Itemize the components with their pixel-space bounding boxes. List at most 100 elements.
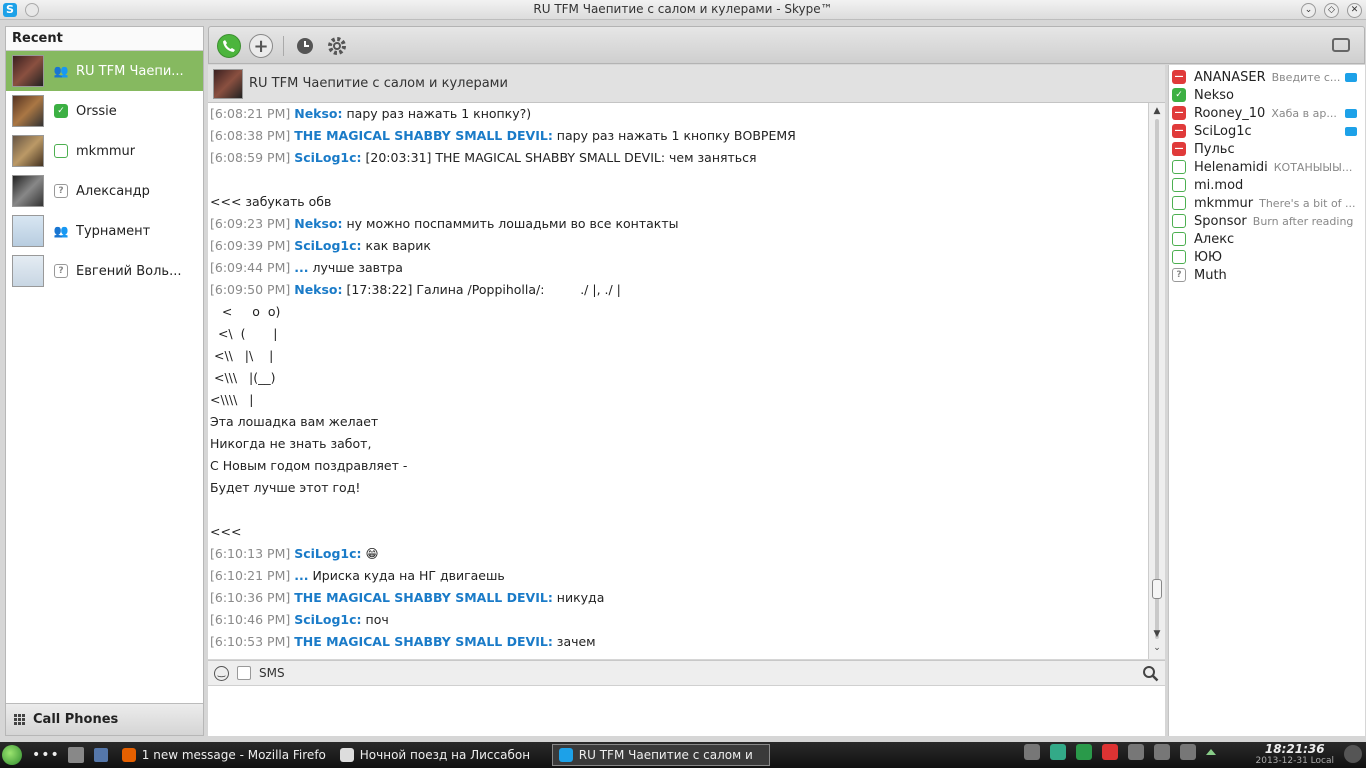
avatar [12,135,44,167]
message-author[interactable]: SciLog1c: [294,150,361,165]
offline-status-icon [1172,160,1186,174]
participant-item[interactable]: mkmmur There's a bit of ... [1169,194,1365,212]
message-author[interactable]: Nekso: [294,282,342,297]
maximize-button[interactable]: ◇ [1324,3,1339,18]
message-author[interactable]: SciLog1c: [294,612,361,627]
participant-mood: КОТАНЫЫЫ... [1273,160,1353,174]
participant-item[interactable]: Алекс [1169,230,1365,248]
settings-button[interactable] [325,34,349,58]
offline-status-icon [1172,196,1186,210]
emoticon-icon[interactable]: ‿ [214,665,229,681]
chat-avatar[interactable] [213,68,243,99]
message-text: 😁 [361,546,379,561]
more-icon[interactable]: ••• [32,747,60,763]
message-author[interactable]: Nekso: [294,216,342,231]
system-tray [1024,744,1216,760]
message-row: [6:09:23 PM] Nekso: ну можно поспаммить … [208,213,1148,235]
sms-checkbox[interactable] [237,666,251,680]
participant-item[interactable]: ✓ Nekso [1169,86,1365,104]
message-scrollbar[interactable]: ▲ ▼ ⌄ [1148,103,1165,659]
message-author[interactable]: THE MAGICAL SHABBY SMALL DEVIL: [294,590,553,605]
message-author[interactable]: ... [294,568,308,583]
message-row: Будет лучше этот год! [208,477,1148,499]
updates-icon[interactable] [1076,744,1092,760]
taskbar-task[interactable]: 1 new message - Mozilla Firefo [116,744,326,766]
message-text: никуда [552,590,605,605]
clock-icon [297,38,313,54]
message-author[interactable]: SciLog1c: [294,546,361,561]
clock[interactable]: 18:21:36 2013-12-31 Local [1256,742,1335,766]
network-icon[interactable] [1050,744,1066,760]
participant-name: ЮЮ [1194,249,1223,265]
message-time: [6:08:59 PM] [210,150,291,165]
message-row: [6:08:38 PM] THE MAGICAL SHABBY SMALL DE… [208,125,1148,147]
cashew-icon[interactable] [1344,745,1362,763]
recent-list: 👥 RU TFM Чаепи... ✓ Orssie mkmmur? Александр 👥… [6,51,203,291]
message-author[interactable]: ... [294,260,308,275]
recent-item[interactable]: mkmmur [6,131,203,171]
message-author[interactable]: THE MAGICAL SHABBY SMALL DEVIL: [294,634,553,649]
call-phones-button[interactable]: Call Phones [6,703,203,735]
scroll-down-icon[interactable]: ▼ [1152,629,1162,639]
desktop-pager-icon[interactable] [67,747,84,763]
minimize-button[interactable]: ⌄ [1301,3,1316,18]
avatar [12,215,44,247]
conversation-area: + RU TFM Чаепитие с салом и кулерами [6:… [208,26,1365,736]
message-text: <\\ |\ | [210,348,274,363]
participant-item[interactable]: mi.mod [1169,176,1365,194]
message-row: [6:08:21 PM] Nekso: пару раз нажать 1 кн… [208,103,1148,125]
tray-expand-icon[interactable] [1206,749,1216,755]
recent-item[interactable]: ✓ Orssie [6,91,203,131]
tools-icon[interactable] [1128,744,1144,760]
recent-item[interactable]: ? Евгений Воль... [6,251,203,291]
calendar-icon[interactable] [93,748,108,762]
participant-item[interactable]: — Пульс [1169,140,1365,158]
participant-name: Алекс [1194,231,1235,247]
wifi-icon[interactable] [1180,744,1196,760]
taskbar-task-label: RU TFM Чаепитие с салом и [578,748,753,762]
scroll-up-icon[interactable]: ▲ [1152,106,1162,116]
participant-item[interactable]: ? Muth [1169,266,1365,284]
message-author[interactable]: Nekso: [294,106,342,121]
volume-icon[interactable] [1154,744,1170,760]
message-time: [6:10:13 PM] [210,546,291,561]
participant-mood: Burn after reading [1252,214,1354,228]
chat-title: RU TFM Чаепитие с салом и кулерами [249,76,508,91]
message-input[interactable] [208,686,1165,736]
participant-item[interactable]: — Rooney_10 Хаба в ар... [1169,104,1365,122]
participant-item[interactable]: Sponsor Burn after reading [1169,212,1365,230]
recent-item[interactable]: ? Александр [6,171,203,211]
search-icon[interactable] [1142,665,1159,682]
call-button[interactable] [217,34,241,58]
recent-item[interactable]: 👥 Турнамент [6,211,203,251]
message-text: Эта лошадка вам желает [210,414,379,429]
compact-view-icon[interactable] [1332,38,1350,52]
scroll-thumb[interactable] [1152,579,1162,599]
message-text: <\\\\ | [210,392,254,407]
scroll-end-icon[interactable]: ⌄ [1152,643,1162,653]
message-author[interactable]: SciLog1c: [294,238,361,253]
music-icon[interactable] [1024,744,1040,760]
taskbar-task[interactable]: Ночной поезд на Лиссабон [334,744,544,766]
message-author[interactable]: THE MAGICAL SHABBY SMALL DEVIL: [294,128,553,143]
notification-icon[interactable] [1102,744,1118,760]
taskbar: ••• 1 new message - Mozilla Firefo Ночной… [0,742,1366,768]
add-people-button[interactable]: + [249,34,273,58]
participant-item[interactable]: — ANANASER Введите с... [1169,68,1365,86]
participant-name: Muth [1194,267,1227,283]
recent-item[interactable]: 👥 RU TFM Чаепи... [6,51,203,91]
history-button[interactable] [293,34,317,58]
message-time: [6:09:44 PM] [210,260,291,275]
scroll-track[interactable] [1155,119,1159,639]
start-menu-icon[interactable] [2,745,22,765]
participant-name: Rooney_10 [1194,105,1266,121]
message-history[interactable]: [6:08:21 PM] Nekso: пару раз нажать 1 кн… [208,103,1148,659]
taskbar-task[interactable]: RU TFM Чаепитие с салом и [551,744,770,766]
participant-item[interactable]: — SciLog1c [1169,122,1365,140]
close-button[interactable]: ✕ [1347,3,1362,18]
participant-name: Helenamidi [1194,159,1268,175]
taskbar-task-label: 1 new message - Mozilla Firefo [141,748,326,762]
participant-item[interactable]: Helenamidi КОТАНЫЫЫ... [1169,158,1365,176]
offline-status-icon [1172,178,1186,192]
participant-item[interactable]: ЮЮ [1169,248,1365,266]
